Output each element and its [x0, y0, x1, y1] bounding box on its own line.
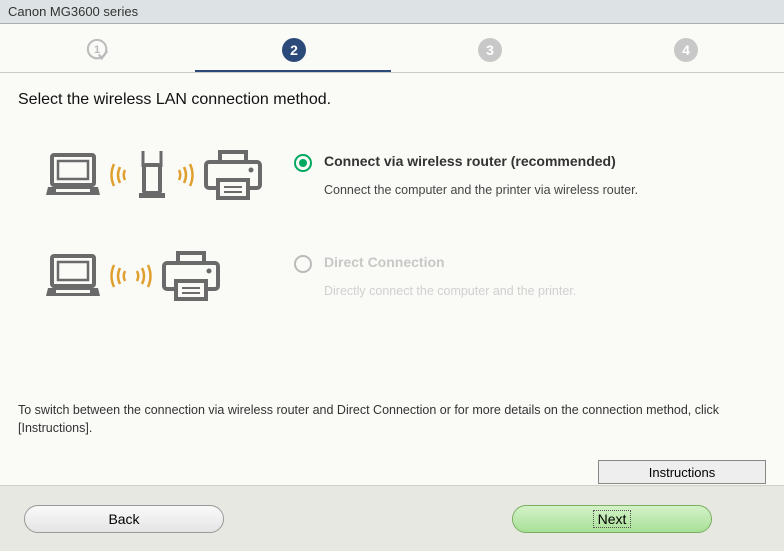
radio-direct-connection [294, 255, 312, 273]
step-1-done: 1 [86, 38, 110, 62]
waves-right-icon [176, 160, 196, 190]
waves-right-icon [134, 261, 154, 291]
option-title: Connect via wireless router (recommended… [324, 153, 638, 169]
instructions-button[interactable]: Instructions [598, 460, 766, 484]
main-content: 1 2 3 4 Select the wireless LAN connecti… [0, 24, 784, 485]
printer-icon [160, 251, 222, 301]
laptop-icon [44, 151, 102, 199]
step-4-pending: 4 [674, 38, 698, 62]
note-text: To switch between the connection via wir… [0, 402, 784, 437]
router-icon [134, 149, 170, 201]
options-area: Connect via wireless router (recommended… [0, 109, 784, 301]
waves-left-icon [108, 261, 128, 291]
step-3-pending: 3 [478, 38, 502, 62]
illustration-direct [44, 251, 294, 301]
footer-bar: Back Next [0, 485, 784, 551]
back-button[interactable]: Back [24, 505, 224, 533]
svg-text:1: 1 [94, 44, 100, 56]
option-direct-connection: Direct Connection Directly connect the c… [44, 251, 760, 301]
option-title: Direct Connection [324, 254, 576, 270]
illustration-router [44, 149, 294, 201]
option-desc: Directly connect the computer and the pr… [324, 284, 576, 298]
next-button[interactable]: Next [512, 505, 712, 533]
step-2-active: 2 [282, 38, 306, 62]
radio-wireless-router[interactable] [294, 154, 312, 172]
step-underline [195, 70, 391, 72]
laptop-icon [44, 252, 102, 300]
option-wireless-router[interactable]: Connect via wireless router (recommended… [44, 149, 760, 201]
window-titlebar: Canon MG3600 series [0, 0, 784, 24]
window-title: Canon MG3600 series [8, 4, 138, 19]
page-heading: Select the wireless LAN connection metho… [0, 73, 784, 109]
waves-left-icon [108, 160, 128, 190]
option-desc: Connect the computer and the printer via… [324, 183, 638, 197]
step-indicator: 1 2 3 4 [0, 24, 784, 72]
printer-icon [202, 150, 264, 200]
